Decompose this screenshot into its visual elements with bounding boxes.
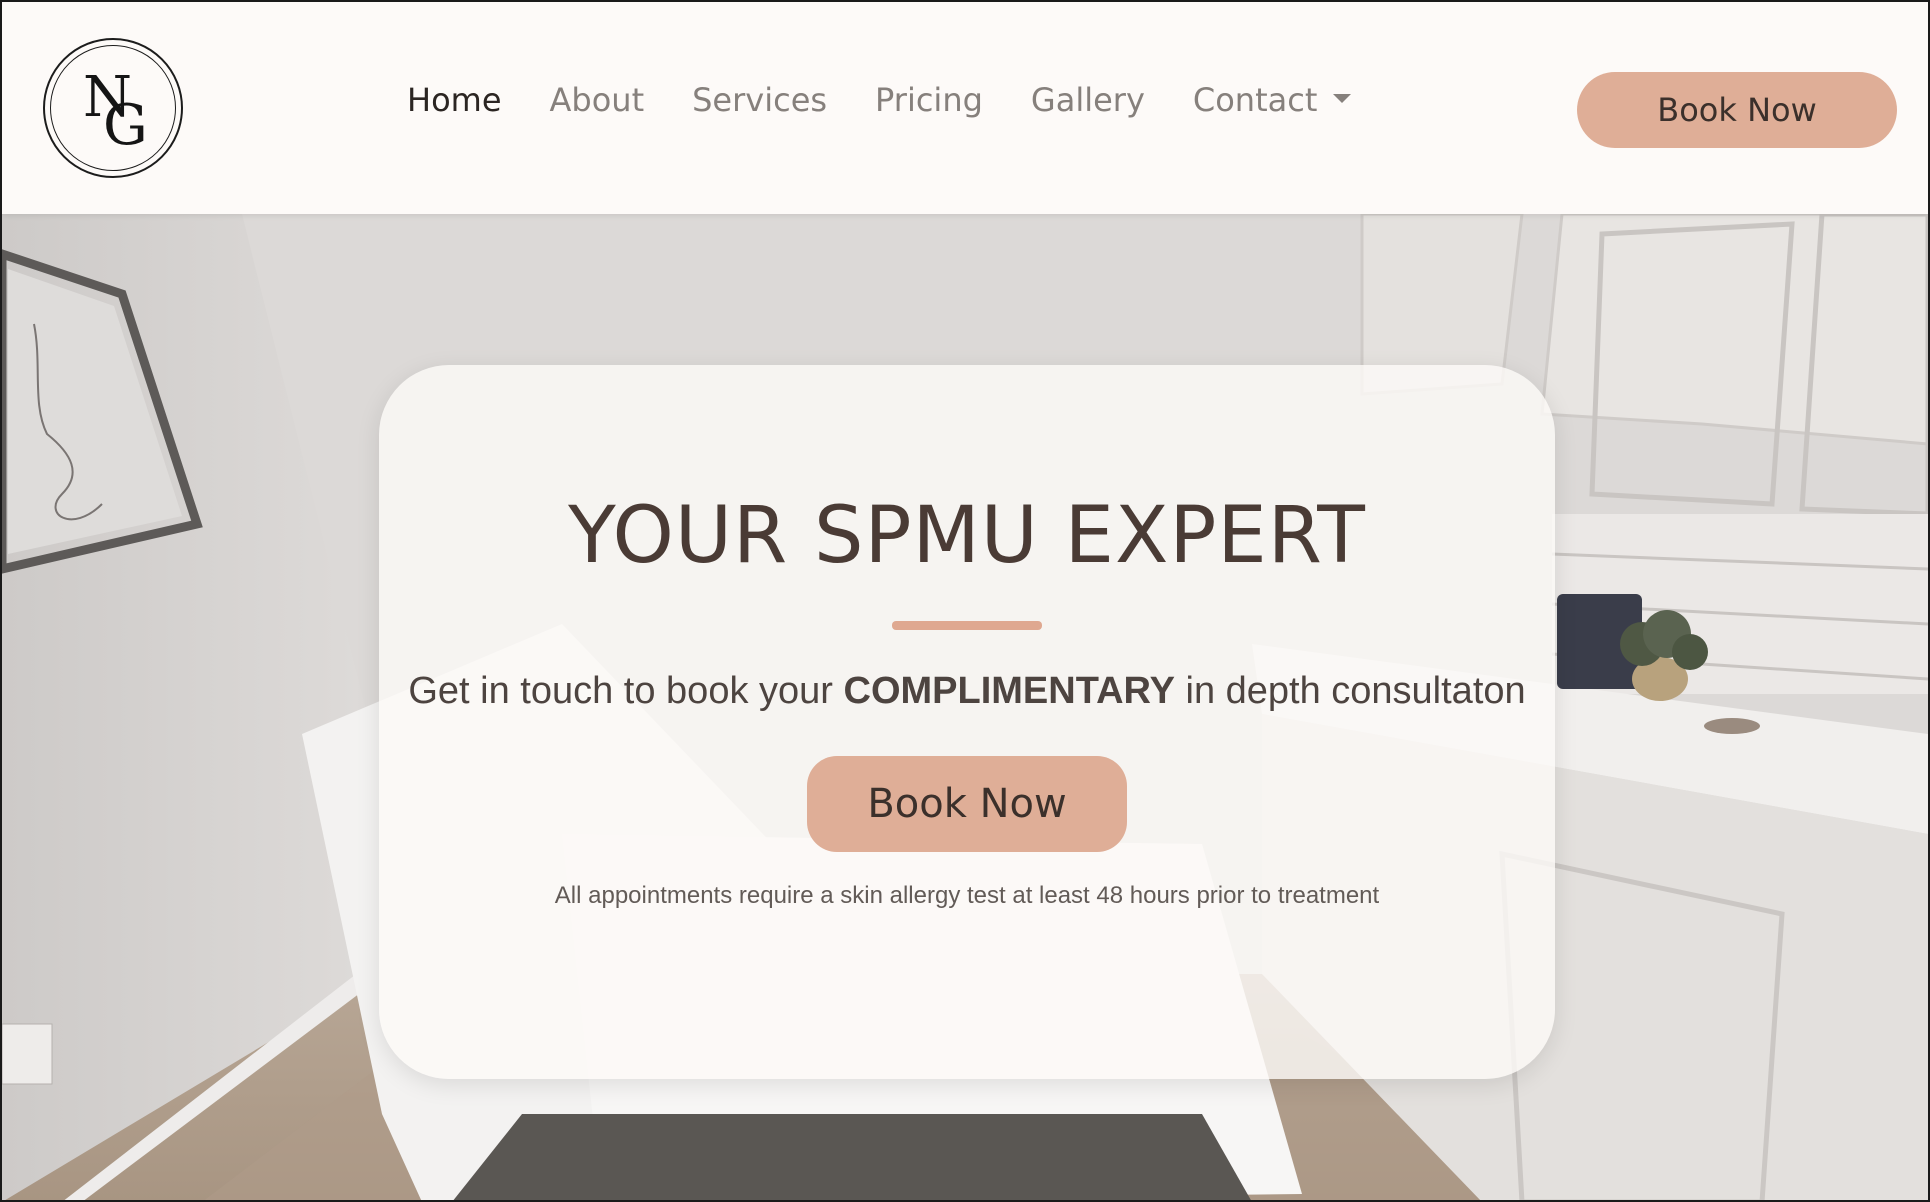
hero-book-now-button[interactable]: Book Now [807,756,1127,852]
page: N G Home About Services Pricing Gallery … [0,0,1930,1202]
navbar: N G Home About Services Pricing Gallery … [2,2,1928,214]
header-book-now-button[interactable]: Book Now [1577,72,1897,148]
nav-home[interactable]: Home [407,84,502,116]
hero-subtitle-lead: Get in touch to book your [408,670,844,712]
nav-contact[interactable]: Contact [1193,84,1352,116]
hero-subtitle-tail: in depth consultaton [1174,670,1526,712]
main-nav: Home About Services Pricing Gallery Cont… [407,84,1399,116]
hero-title: YOUR SPMU EXPERT [568,491,1366,581]
hero-card: YOUR SPMU EXPERT Get in touch to book yo… [379,365,1555,1079]
nav-gallery[interactable]: Gallery [1031,84,1145,116]
svg-text:G: G [103,93,148,158]
nav-contact-label: Contact [1192,81,1318,119]
nav-pricing[interactable]: Pricing [875,84,983,116]
hero-divider [892,621,1042,630]
logo[interactable]: N G [43,38,183,178]
allergy-test-note: All appointments require a skin allergy … [554,882,1380,909]
nav-services[interactable]: Services [692,84,827,116]
nav-about[interactable]: About [550,84,645,116]
hero-subtitle-emphasis: COMPLIMENTARY [843,670,1175,712]
hero-subtitle: Get in touch to book your COMPLIMENTARY … [379,669,1555,715]
logo-monogram-icon: N G [83,65,148,158]
caret-down-icon [1333,93,1352,103]
